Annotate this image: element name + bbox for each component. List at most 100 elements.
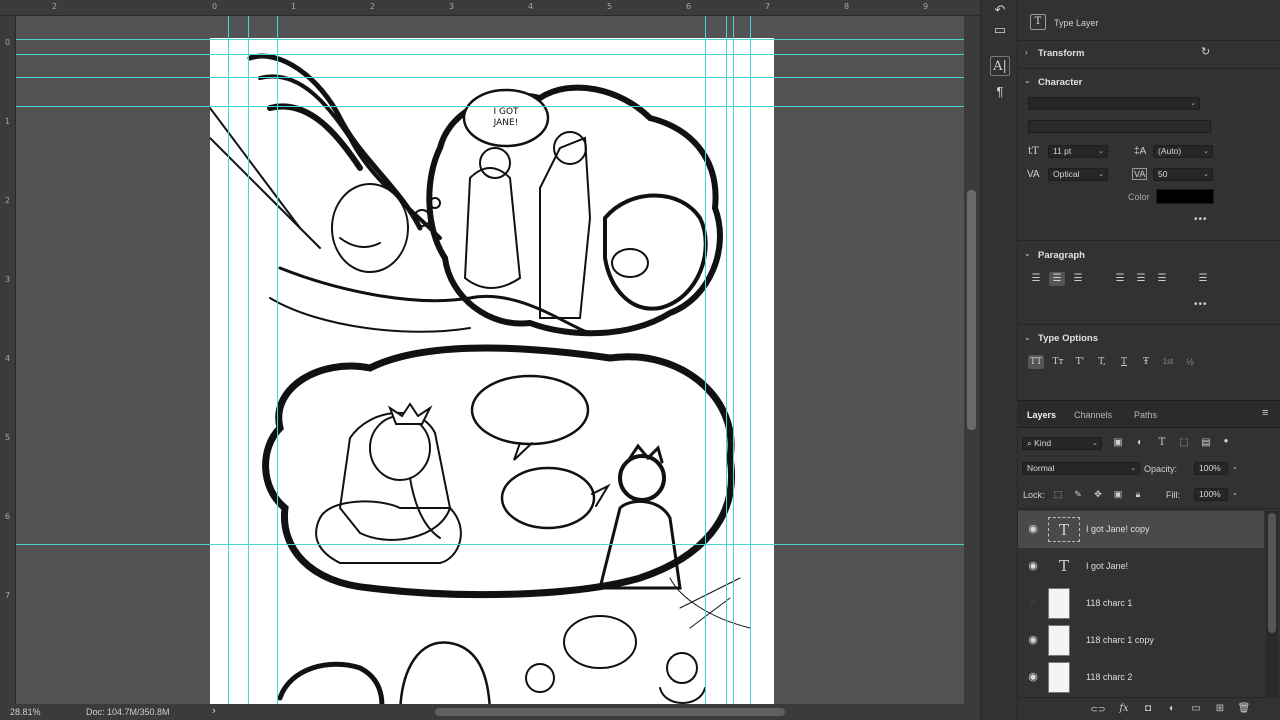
layer-name[interactable]: I got Jane! (1086, 561, 1128, 571)
transform-heading[interactable]: Transform (1038, 48, 1084, 59)
underline-button[interactable]: T (1116, 355, 1132, 369)
small-caps-button[interactable]: Tт (1050, 355, 1066, 369)
scrollbar-thumb[interactable] (1268, 513, 1276, 633)
filter-pixel-icon[interactable]: ▣ (1110, 436, 1126, 450)
delete-layer-icon[interactable]: 🗑︎ (1236, 702, 1252, 716)
document-page[interactable]: I GOT JANE! (209, 38, 774, 704)
history-icon[interactable]: ↶ (990, 0, 1010, 20)
kerning-field[interactable]: Optical ⌄ (1048, 168, 1108, 181)
comment-icon[interactable]: ▭ (990, 20, 1010, 40)
layer-name[interactable]: 118 charc 1 copy (1086, 635, 1154, 645)
justify-left-icon[interactable]: ☰ (1112, 272, 1128, 286)
blend-mode-select[interactable]: Normal ⌄ (1022, 462, 1140, 475)
new-group-icon[interactable]: ▭ (1188, 702, 1204, 716)
collapse-arrow-icon[interactable]: ⌄ (1024, 333, 1031, 342)
chevron-down-icon[interactable]: ⌄ (1232, 489, 1238, 497)
layer-row[interactable]: ◉ 118 charc 2 (1018, 659, 1264, 696)
guide-line[interactable] (16, 39, 964, 40)
left-ruler[interactable]: 0 1 2 3 4 5 6 7 (0, 16, 16, 704)
layer-row[interactable]: ◉ T I got Jane! (1018, 548, 1264, 585)
filter-toggle-icon[interactable]: ● (1218, 434, 1234, 448)
layer-style-icon[interactable]: fx (1116, 702, 1132, 716)
layer-name[interactable]: 118 charc 2 (1086, 672, 1132, 682)
layer-name[interactable]: 118 charc 1 (1086, 598, 1132, 608)
text-color-swatch[interactable] (1156, 189, 1214, 204)
font-family-select[interactable]: ⌄ (1028, 97, 1200, 110)
paragraph-panel-icon[interactable]: ¶ (990, 82, 1010, 102)
guide-line[interactable] (16, 54, 964, 55)
scrollbar-thumb[interactable] (967, 190, 976, 430)
strikethrough-button[interactable]: Ŧ (1138, 355, 1154, 369)
guide-line[interactable] (733, 16, 734, 704)
link-layers-icon[interactable]: ⊂⊃ (1090, 702, 1106, 716)
font-style-select[interactable] (1028, 120, 1211, 133)
lock-artboard-icon[interactable]: ▣ (1110, 487, 1126, 501)
type-options-heading[interactable]: Type Options (1038, 333, 1098, 344)
lock-position-icon[interactable]: ✥ (1090, 487, 1106, 501)
guide-line[interactable] (228, 16, 229, 704)
character-panel-icon[interactable]: A| (990, 56, 1010, 76)
visibility-empty-icon[interactable]: ▫ (1026, 596, 1040, 610)
visibility-eye-icon[interactable]: ◉ (1026, 522, 1040, 536)
guide-line[interactable] (248, 16, 249, 704)
visibility-eye-icon[interactable]: ◉ (1026, 670, 1040, 684)
character-heading[interactable]: Character (1038, 77, 1082, 88)
layer-row[interactable]: ◉ T I got Jane! copy (1018, 511, 1264, 548)
filter-adjustment-icon[interactable]: ◐ (1132, 436, 1148, 450)
layer-row[interactable]: ▫ 118 charc 1 (1018, 585, 1264, 622)
visibility-eye-icon[interactable]: ◉ (1026, 633, 1040, 647)
collapse-arrow-icon[interactable]: ⌄ (1024, 249, 1031, 258)
fill-field[interactable]: 100% (1194, 488, 1228, 501)
guide-line[interactable] (726, 16, 727, 704)
layer-name[interactable]: I got Jane! copy (1086, 524, 1150, 534)
tracking-field[interactable]: 50 ⌄ (1153, 168, 1213, 181)
collapse-arrow-icon[interactable]: ⌄ (1024, 76, 1031, 85)
leading-field[interactable]: (Auto) ⌄ (1153, 145, 1213, 158)
status-menu-arrow[interactable]: › (212, 705, 216, 717)
font-size-field[interactable]: 11 pt ⌄ (1048, 145, 1108, 158)
layer-row[interactable]: ◉ 118 charc 1 copy (1018, 622, 1264, 659)
canvas-area[interactable]: I GOT JANE! (16, 16, 964, 704)
guide-line[interactable] (16, 77, 964, 78)
filter-shape-icon[interactable]: ⬚ (1176, 436, 1192, 450)
ordinals-button[interactable]: 1st (1160, 355, 1176, 369)
tab-paths[interactable]: Paths (1134, 410, 1157, 420)
subscript-button[interactable]: T, (1094, 355, 1110, 369)
guide-line[interactable] (750, 16, 751, 704)
lock-all-icon[interactable]: 🔒︎ (1130, 487, 1146, 501)
more-options-icon[interactable]: ••• (1194, 299, 1208, 310)
reset-icon[interactable]: ↻ (1201, 45, 1210, 58)
lock-transparency-icon[interactable]: ⬚ (1050, 487, 1066, 501)
guide-line[interactable] (277, 16, 278, 704)
all-caps-button[interactable]: TT (1028, 355, 1044, 369)
align-left-icon[interactable]: ☰ (1028, 272, 1044, 286)
add-mask-icon[interactable]: ◘ (1140, 702, 1156, 716)
align-center-icon[interactable]: ☰ (1049, 272, 1065, 286)
tab-channels[interactable]: Channels (1074, 410, 1112, 420)
visibility-eye-icon[interactable]: ◉ (1026, 559, 1040, 573)
justify-center-icon[interactable]: ☰ (1133, 272, 1149, 286)
fractions-button[interactable]: ½ (1182, 355, 1198, 369)
guide-line[interactable] (16, 544, 964, 545)
superscript-button[interactable]: T' (1072, 355, 1088, 369)
adjustment-layer-icon[interactable]: ◐ (1164, 702, 1180, 716)
justify-right-icon[interactable]: ☰ (1154, 272, 1170, 286)
horizontal-scrollbar-thumb[interactable] (435, 708, 785, 716)
zoom-level[interactable]: 28.81% (10, 707, 41, 717)
top-ruler[interactable]: 2 0 1 2 3 4 5 6 7 8 9 (0, 0, 980, 16)
tab-layers[interactable]: Layers (1027, 410, 1056, 420)
panel-menu-icon[interactable]: ≡ (1262, 407, 1268, 419)
filter-smart-object-icon[interactable]: ▤ (1198, 436, 1214, 450)
paragraph-heading[interactable]: Paragraph (1038, 250, 1085, 261)
chevron-down-icon[interactable]: ⌄ (1232, 463, 1238, 471)
guide-line[interactable] (705, 16, 706, 704)
opacity-field[interactable]: 100% (1194, 462, 1228, 475)
filter-type-icon[interactable]: T (1154, 436, 1170, 450)
align-right-icon[interactable]: ☰ (1070, 272, 1086, 286)
more-options-icon[interactable]: ••• (1194, 214, 1208, 225)
guide-line[interactable] (16, 106, 964, 107)
justify-all-icon[interactable]: ☰ (1195, 272, 1211, 286)
layer-filter-select[interactable]: ⌕ Kind ⌄ (1022, 437, 1102, 450)
new-layer-icon[interactable]: ⊞ (1212, 702, 1228, 716)
expand-arrow-icon[interactable]: › (1025, 48, 1028, 57)
